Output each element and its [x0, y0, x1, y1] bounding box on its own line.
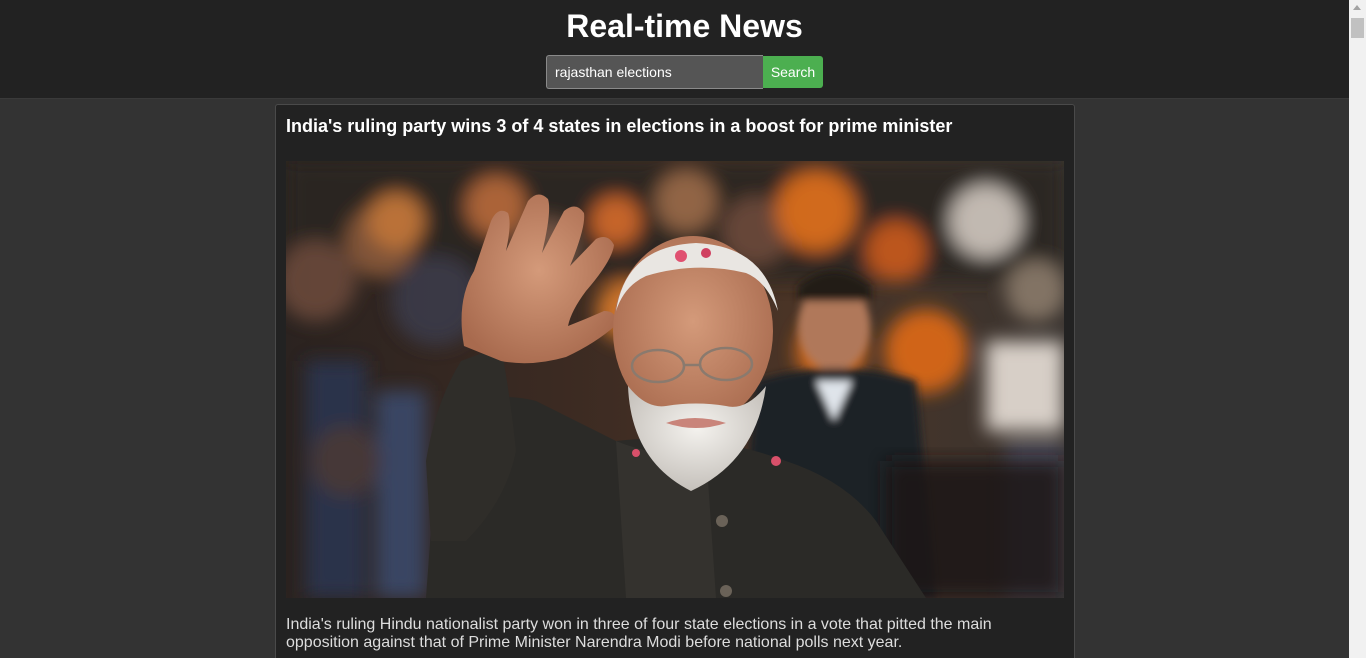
- app-title: Real-time News: [566, 8, 803, 44]
- article-description: India's ruling Hindu nationalist party w…: [286, 616, 992, 651]
- page: Real-time News Search India's ruling par…: [0, 0, 1349, 658]
- scroll-up-arrow-icon[interactable]: [1353, 5, 1361, 10]
- search-button[interactable]: Search: [763, 56, 823, 88]
- article-title[interactable]: India's ruling party wins 3 of 4 states …: [286, 115, 1064, 137]
- search-input[interactable]: [546, 55, 763, 89]
- scroll-thumb[interactable]: [1351, 18, 1364, 38]
- article-card[interactable]: India's ruling party wins 3 of 4 states …: [275, 104, 1075, 658]
- article-image[interactable]: [286, 161, 1064, 598]
- app-header: Real-time News Search: [0, 0, 1349, 99]
- article-photo: [286, 161, 1064, 598]
- vertical-scrollbar[interactable]: [1349, 0, 1366, 658]
